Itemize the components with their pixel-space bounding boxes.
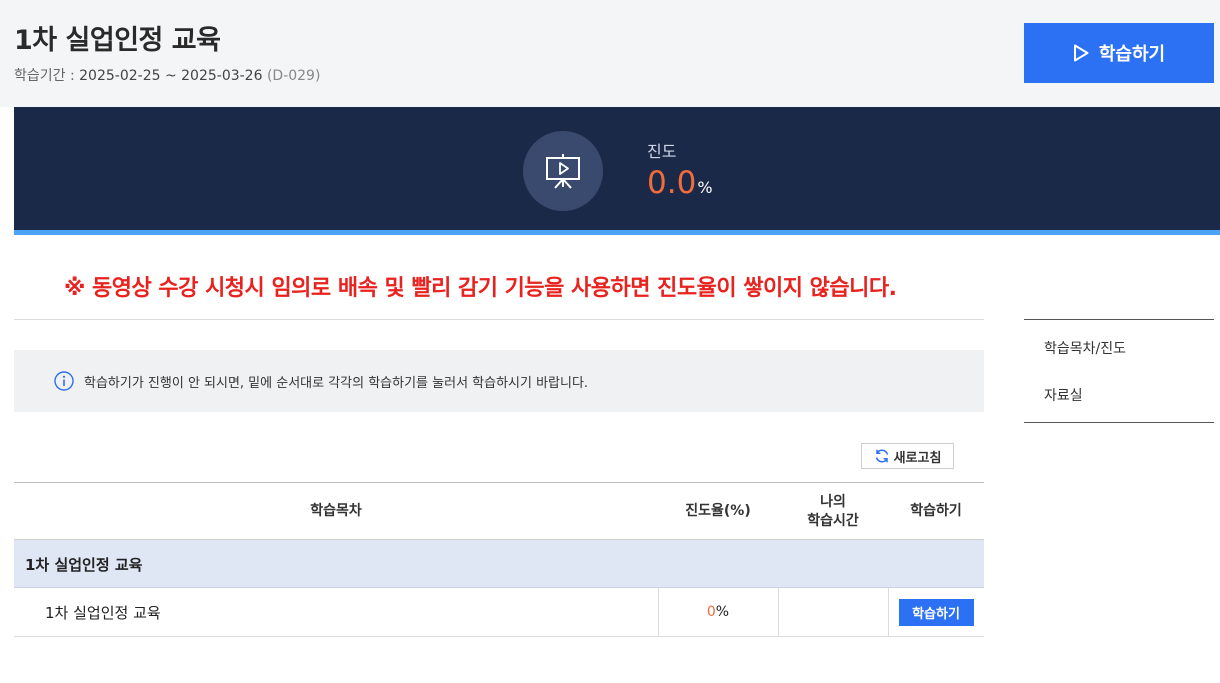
column-header-progress: 진도율(%) <box>685 503 751 519</box>
table-header: 학습목차 진도율(%) 나의 학습시간 학습하기 <box>14 482 984 540</box>
info-box: 학습하기가 진행이 안 되시면, 밑에 순서대로 각각의 학습하기를 눌러서 학… <box>14 350 984 412</box>
column-header-action: 학습하기 <box>910 503 962 519</box>
row-progress-unit: % <box>715 604 730 620</box>
dday-badge: (D-029) <box>266 68 321 84</box>
side-menu: 학습목차/진도 자료실 <box>1024 319 1214 423</box>
column-header-my-time-line2: 학습시간 <box>807 512 859 529</box>
progress-value: 0.0% <box>647 165 713 201</box>
study-period-value: 2025-02-25 ~ 2025-03-26 <box>79 68 263 84</box>
row-start-learning-button[interactable]: 학습하기 <box>898 598 974 626</box>
progress-number: 0.0 <box>647 165 697 201</box>
row-progress: 0% <box>658 588 778 636</box>
page-title: 1차 실업인정 교육 <box>14 25 221 56</box>
column-header-my-time: 나의 학습시간 <box>778 483 888 540</box>
progress-label: 진도 <box>647 142 677 161</box>
refresh-icon <box>875 449 888 463</box>
study-period: 학습기간 : 2025-02-25 ~ 2025-03-26 (D-029) <box>14 65 320 85</box>
curriculum-table: 학습목차 진도율(%) 나의 학습시간 학습하기 1차 실업인정 교육 1차 실… <box>14 482 984 637</box>
row-action-cell: 학습하기 <box>888 588 984 636</box>
start-learning-label: 학습하기 <box>1098 44 1166 65</box>
warning-notice: ※ 동영상 수강 시청시 임의로 배속 및 빨리 감기 기능을 사용하면 진도율… <box>64 276 897 301</box>
progress-band: 진도 0.0% <box>14 107 1220 235</box>
side-menu-item-curriculum[interactable]: 학습목차/진도 <box>1044 338 1126 358</box>
side-menu-item-resources[interactable]: 자료실 <box>1044 385 1083 405</box>
info-text: 학습하기가 진행이 안 되시면, 밑에 순서대로 각각의 학습하기를 눌러서 학… <box>84 376 589 391</box>
column-header-title: 학습목차 <box>310 503 362 519</box>
course-header: 1차 실업인정 교육 학습기간 : 2025-02-25 ~ 2025-03-2… <box>0 0 1220 107</box>
refresh-button[interactable]: 새로고침 <box>861 443 954 469</box>
group-title: 1차 실업인정 교육 <box>25 556 143 574</box>
divider <box>14 319 984 320</box>
study-period-label: 학습기간 : <box>14 68 75 84</box>
info-icon <box>54 371 74 391</box>
play-icon <box>1073 44 1089 62</box>
refresh-label: 새로고침 <box>893 449 942 465</box>
presentation-icon <box>546 154 580 189</box>
row-progress-value: 0 <box>706 604 716 620</box>
table-row: 1차 실업인정 교육 0% 학습하기 <box>14 588 984 637</box>
progress-unit: % <box>697 178 713 197</box>
column-header-my-time-line1: 나의 <box>820 493 846 510</box>
presentation-icon-circle <box>523 131 603 211</box>
row-my-time <box>778 588 888 636</box>
progress-accent-line <box>14 230 1220 235</box>
row-title: 1차 실업인정 교육 <box>45 603 161 622</box>
start-learning-button[interactable]: 학습하기 <box>1024 23 1214 83</box>
table-group-row: 1차 실업인정 교육 <box>14 540 984 588</box>
